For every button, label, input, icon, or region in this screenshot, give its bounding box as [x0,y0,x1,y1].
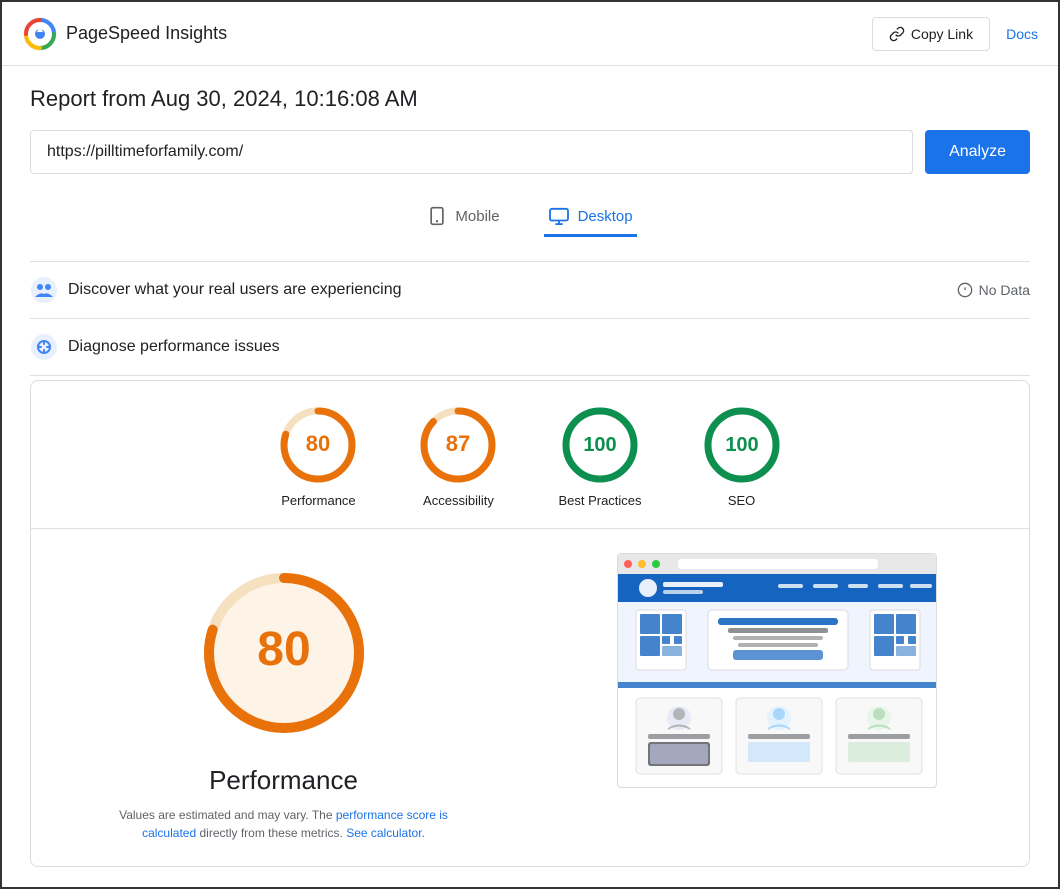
best-practices-circle: 100 [560,405,640,485]
real-users-icon [30,276,58,304]
link-icon [889,26,905,42]
perf-note-text: Values are estimated and may vary. The [119,808,332,822]
logo-text: PageSpeed Insights [66,23,227,44]
website-screenshot [617,553,937,788]
accessibility-label: Accessibility [423,493,494,508]
screenshot-right [540,553,1013,842]
desktop-icon [548,207,570,225]
copy-link-label: Copy Link [911,26,973,42]
tab-desktop[interactable]: Desktop [544,198,637,237]
no-data-label: No Data [979,282,1030,298]
tabs-row: Mobile Desktop [30,198,1030,237]
header-actions: Copy Link Docs [872,17,1038,51]
performance-label: Performance [281,493,355,508]
perf-note-mid: directly from these metrics. [199,826,346,840]
seo-circle: 100 [702,405,782,485]
copy-link-button[interactable]: Copy Link [872,17,990,51]
svg-text:80: 80 [257,623,310,676]
perf-note: Values are estimated and may vary. The p… [104,806,464,842]
main-content: Report from Aug 30, 2024, 10:16:08 AM An… [2,66,1058,887]
score-item-seo: 100 SEO [702,405,782,508]
docs-link[interactable]: Docs [1006,26,1038,42]
svg-text:100: 100 [583,434,616,456]
psi-logo-icon [22,16,58,52]
svg-text:80: 80 [306,431,330,456]
url-input[interactable] [30,130,913,174]
scores-row: 80 Performance 87 Accessibility [47,405,1013,528]
diagnose-title: Diagnose performance issues [68,338,1030,356]
app-header: PageSpeed Insights Copy Link Docs [2,2,1058,66]
tab-mobile[interactable]: Mobile [423,198,503,237]
svg-text:100: 100 [725,434,758,456]
big-circle-container: 80 [184,553,384,753]
no-data-badge: No Data [957,282,1030,298]
logo-area: PageSpeed Insights [22,16,227,52]
score-item-accessibility: 87 Accessibility [418,405,498,508]
section-diagnose: Diagnose performance issues [30,318,1030,376]
bottom-section: 80 Performance Values are estimated and … [47,529,1013,866]
tab-mobile-label: Mobile [455,208,499,225]
perf-left: 80 Performance Values are estimated and … [47,553,520,842]
tab-desktop-label: Desktop [578,208,633,225]
see-calculator-link[interactable]: See calculator. [346,826,425,840]
analyze-button[interactable]: Analyze [925,130,1030,174]
report-title: Report from Aug 30, 2024, 10:16:08 AM [30,86,1030,112]
big-performance-circle: 80 [184,553,384,753]
performance-circle: 80 [278,405,358,485]
diagnose-icon [30,333,58,361]
score-item-best-practices: 100 Best Practices [558,405,641,508]
best-practices-label: Best Practices [558,493,641,508]
real-users-title: Discover what your real users are experi… [68,281,947,299]
big-perf-title: Performance [209,765,358,796]
scores-card: 80 Performance 87 Accessibility [30,380,1030,867]
accessibility-circle: 87 [418,405,498,485]
mobile-icon [427,206,447,226]
score-item-performance: 80 Performance [278,405,358,508]
url-row: Analyze [30,130,1030,174]
seo-label: SEO [728,493,755,508]
svg-text:87: 87 [446,431,470,456]
section-real-users: Discover what your real users are experi… [30,261,1030,318]
info-icon [957,282,973,298]
screenshot-svg [618,554,937,784]
